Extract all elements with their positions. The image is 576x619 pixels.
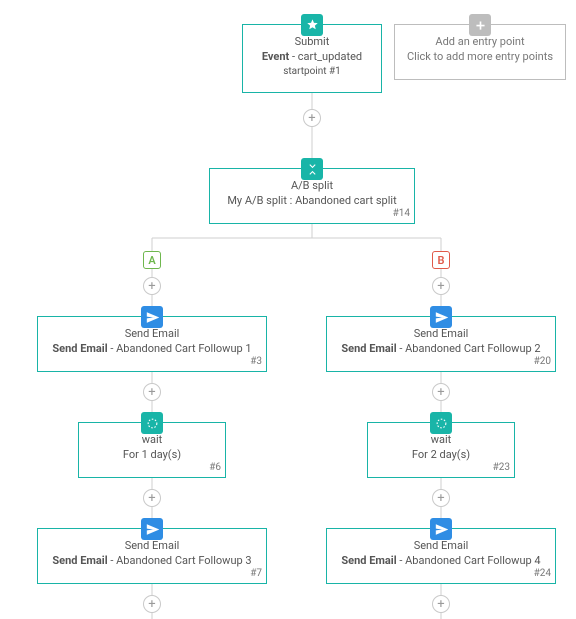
add-step-button[interactable]: + xyxy=(432,595,450,613)
star-icon xyxy=(301,14,323,36)
entry-sub: Event - cart_updated xyxy=(251,50,373,65)
b1-id: #20 xyxy=(534,355,551,369)
branch-a-badge: A xyxy=(143,251,161,269)
add-step-button[interactable]: + xyxy=(432,383,450,401)
add-step-button[interactable]: + xyxy=(303,109,321,127)
a1-title: Send Email xyxy=(46,327,258,342)
add-step-button[interactable]: + xyxy=(432,489,450,507)
add-entry-title: Add an entry point xyxy=(403,35,557,50)
node-wait-a[interactable]: wait For 1 day(s) #6 xyxy=(78,422,226,478)
b-wait-title: wait xyxy=(376,433,506,448)
b2-sub: Send Email - Abandoned Cart Followup 4 xyxy=(335,554,547,569)
node-send-email-b2[interactable]: Send Email Send Email - Abandoned Cart F… xyxy=(326,528,556,584)
branch-b-badge: B xyxy=(432,251,450,269)
send-icon xyxy=(430,306,452,328)
node-wait-b[interactable]: wait For 2 day(s) #23 xyxy=(367,422,515,478)
add-step-button[interactable]: + xyxy=(143,277,161,295)
wait-icon xyxy=(141,412,163,434)
a1-id: #3 xyxy=(250,355,262,369)
b2-title: Send Email xyxy=(335,539,547,554)
send-icon xyxy=(141,518,163,540)
split-icon xyxy=(301,158,323,180)
b2-id: #24 xyxy=(534,567,551,581)
node-add-entry-point[interactable]: Add an entry point Click to add more ent… xyxy=(394,24,566,80)
send-icon xyxy=(141,306,163,328)
a-wait-title: wait xyxy=(87,433,217,448)
a1-sub: Send Email - Abandoned Cart Followup 1 xyxy=(46,342,258,357)
add-step-button[interactable]: + xyxy=(143,383,161,401)
ab-id: #14 xyxy=(393,207,410,221)
node-send-email-a2[interactable]: Send Email Send Email - Abandoned Cart F… xyxy=(37,528,267,584)
a2-title: Send Email xyxy=(46,539,258,554)
add-step-button[interactable]: + xyxy=(143,489,161,507)
b-wait-id: #23 xyxy=(493,461,510,475)
add-entry-sub: Click to add more entry points xyxy=(403,50,557,65)
ab-sub: My A/B split : Abandoned cart split xyxy=(218,194,406,209)
b-wait-sub: For 2 day(s) xyxy=(376,448,506,463)
a2-id: #7 xyxy=(250,567,262,581)
b1-title: Send Email xyxy=(335,327,547,342)
wait-icon xyxy=(430,412,452,434)
node-send-email-b1[interactable]: Send Email Send Email - Abandoned Cart F… xyxy=(326,316,556,372)
ab-title: A/B split xyxy=(218,179,406,194)
entry-startpoint: startpoint #1 xyxy=(251,65,373,79)
add-step-button[interactable]: + xyxy=(432,277,450,295)
node-send-email-a1[interactable]: Send Email Send Email - Abandoned Cart F… xyxy=(37,316,267,372)
add-step-button[interactable]: + xyxy=(143,595,161,613)
send-icon xyxy=(430,518,452,540)
a2-sub: Send Email - Abandoned Cart Followup 3 xyxy=(46,554,258,569)
a-wait-id: #6 xyxy=(209,461,221,475)
a-wait-sub: For 1 day(s) xyxy=(87,448,217,463)
b1-sub: Send Email - Abandoned Cart Followup 2 xyxy=(335,342,547,357)
node-entry-submit[interactable]: Submit Event - cart_updated startpoint #… xyxy=(242,24,382,93)
node-ab-split[interactable]: A/B split My A/B split : Abandoned cart … xyxy=(209,168,415,224)
plus-icon xyxy=(469,14,491,36)
entry-title: Submit xyxy=(251,35,373,50)
